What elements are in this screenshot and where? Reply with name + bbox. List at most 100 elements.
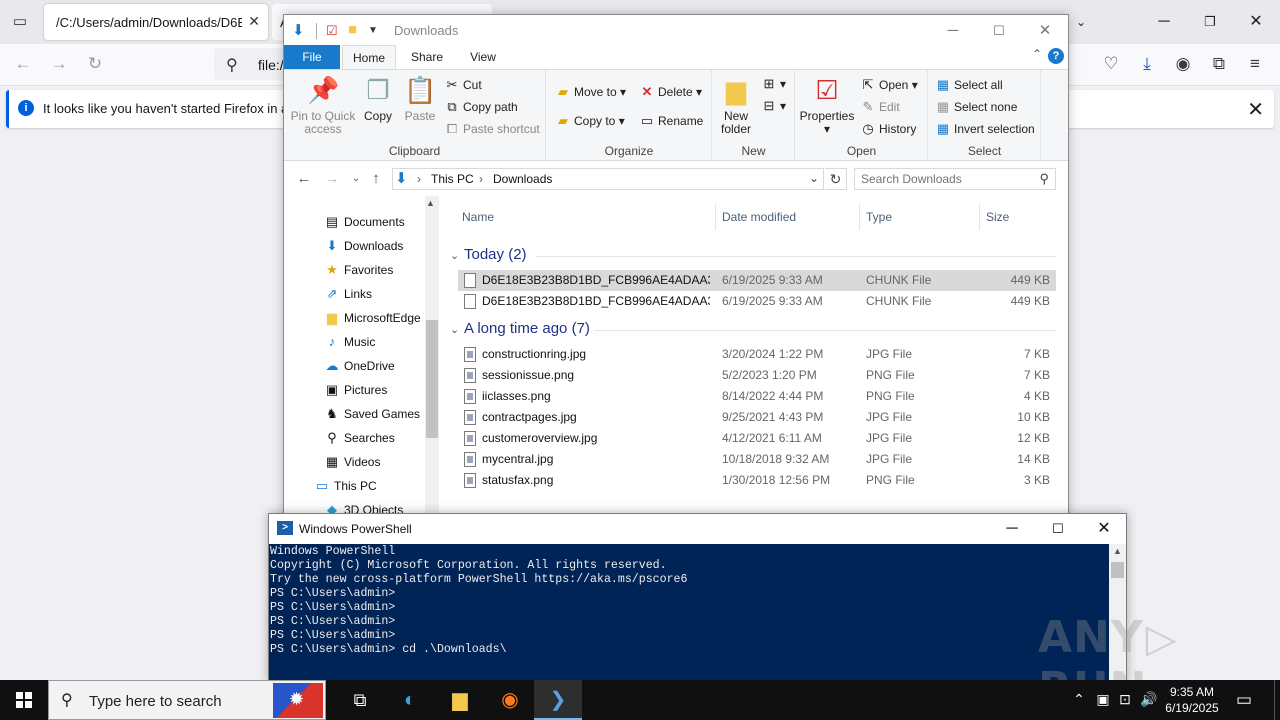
up-icon[interactable]: ↑: [366, 170, 386, 187]
nav-item-favorites[interactable]: ★ Favorites: [324, 258, 393, 282]
maximize-icon[interactable]: ☐: [1035, 516, 1081, 542]
file-row[interactable]: statusfax.png 1/30/2018 12:56 PM PNG Fil…: [458, 470, 1056, 491]
show-desktop-button[interactable]: [1274, 680, 1280, 720]
file-row[interactable]: sessionissue.png 5/2/2023 1:20 PM PNG Fi…: [458, 365, 1056, 386]
tab-home[interactable]: Home: [342, 45, 396, 69]
close-icon[interactable]: ✕: [1022, 18, 1068, 44]
search-box[interactable]: ⚲: [854, 168, 1056, 190]
new-folder-quick-icon[interactable]: ■: [348, 21, 357, 38]
nav-item-onedrive[interactable]: ☁ OneDrive: [324, 354, 395, 378]
search-input[interactable]: [855, 169, 1025, 189]
powershell-console[interactable]: Windows PowerShell Copyright (C) Microsof…: [269, 544, 1109, 682]
edge-icon[interactable]: ◐: [386, 680, 434, 720]
back-icon[interactable]: ←: [12, 54, 34, 74]
extensions-icon[interactable]: ⧉: [1208, 54, 1230, 74]
network-icon[interactable]: ⊡: [1114, 691, 1136, 708]
breadcrumb-this-pc[interactable]: This PC: [431, 172, 474, 186]
volume-icon[interactable]: 🔊: [1138, 691, 1160, 708]
file-row[interactable]: mycentral.jpg 10/18/2018 9:32 AM JPG Fil…: [458, 449, 1056, 470]
file-row[interactable]: iiclasses.png 8/14/2022 4:44 PM PNG File…: [458, 386, 1056, 407]
help-icon[interactable]: ?: [1048, 48, 1064, 64]
nav-item-music[interactable]: ♪ Music: [324, 330, 376, 354]
new-item-button[interactable]: ⊞ ▾: [761, 74, 786, 94]
column-header-date[interactable]: Date modified: [716, 204, 860, 230]
close-icon[interactable]: ✕: [1081, 516, 1126, 542]
account-icon[interactable]: ◉: [1172, 54, 1194, 74]
history-button[interactable]: ◷ History: [860, 119, 916, 139]
powershell-taskbar-icon[interactable]: ❯: [534, 680, 582, 720]
column-header-size[interactable]: Size: [980, 204, 1060, 230]
notifications-icon[interactable]: ▭: [1236, 690, 1252, 710]
start-button[interactable]: [0, 680, 48, 720]
nav-item-saved-games[interactable]: ♞ Saved Games: [324, 402, 420, 426]
minimize-icon[interactable]: ─: [930, 18, 976, 44]
properties-button[interactable]: ☑ Properties ▾: [798, 74, 856, 136]
task-view-icon[interactable]: ⧉: [336, 680, 384, 720]
column-header-name[interactable]: Name: [456, 204, 716, 230]
forward-icon[interactable]: →: [322, 170, 342, 187]
invert-selection-button[interactable]: ▦ Invert selection: [935, 119, 1035, 139]
nav-item-links[interactable]: ⇗ Links: [324, 282, 372, 306]
file-explorer-icon[interactable]: ▆: [436, 680, 484, 720]
show-hidden-icons-icon[interactable]: ⌃: [1068, 691, 1090, 708]
collapse-ribbon-icon[interactable]: ⌃: [1032, 47, 1042, 61]
menu-icon[interactable]: ≡: [1244, 54, 1266, 74]
edit-button[interactable]: ✎ Edit: [860, 97, 900, 117]
copy-button[interactable]: ❐ Copy: [360, 74, 396, 123]
copy-to-button[interactable]: ▰ Copy to ▾: [555, 111, 625, 131]
nav-item-documents[interactable]: ▤ Documents: [324, 210, 405, 234]
paste-shortcut-button[interactable]: ⧠ Paste shortcut: [444, 119, 540, 139]
column-header-type[interactable]: Type: [860, 204, 980, 230]
address-box[interactable]: ⬇ › This PC › Downloads ⌄: [392, 168, 824, 190]
file-row[interactable]: constructionring.jpg 3/20/2024 1:22 PM J…: [458, 344, 1056, 365]
select-all-button[interactable]: ▦ Select all: [935, 75, 1003, 95]
recent-locations-icon[interactable]: ⌄: [346, 173, 366, 184]
scrollbar-thumb[interactable]: [1111, 562, 1124, 578]
nav-item-microsoftedge[interactable]: ▆ MicrosoftEdge: [324, 306, 421, 330]
group-header-today[interactable]: ⌄ Today (2): [450, 246, 527, 263]
new-folder-button[interactable]: ▆ New folder: [717, 74, 755, 136]
minimize-icon[interactable]: ─: [989, 516, 1035, 542]
restore-icon[interactable]: ❐: [1187, 8, 1233, 36]
firefox-icon[interactable]: ◉: [486, 680, 534, 720]
tab-share[interactable]: Share: [400, 45, 454, 69]
address-dropdown-icon[interactable]: ⌄: [809, 171, 819, 185]
nav-item-downloads[interactable]: ⬇ Downloads: [324, 234, 404, 258]
file-row[interactable]: D6E18E3B23B8D1BD_FCB996AE4ADAA37... 6/19…: [458, 291, 1056, 312]
device-icon[interactable]: ▣: [1092, 691, 1114, 708]
easy-access-button[interactable]: ⊟ ▾: [761, 96, 786, 116]
pin-to-quick-access-button[interactable]: 📌 Pin to Quick access: [288, 74, 358, 136]
tab-file[interactable]: File: [284, 45, 340, 69]
maximize-icon[interactable]: ☐: [976, 18, 1022, 44]
select-none-button[interactable]: ▦ Select none: [935, 97, 1018, 117]
back-icon[interactable]: ←: [294, 170, 314, 187]
downloads-icon[interactable]: ⤓: [1136, 54, 1158, 74]
nav-pane-scrollbar[interactable]: ▲: [425, 196, 439, 519]
nav-item-this-pc[interactable]: ▭ This PC: [314, 474, 377, 498]
firefox-tab-active[interactable]: /C:/Users/admin/Downloads/D6E18 ✕: [44, 4, 268, 40]
nav-item-pictures[interactable]: ▣ Pictures: [324, 378, 388, 402]
forward-icon[interactable]: →: [48, 54, 70, 74]
properties-quick-icon[interactable]: ☑: [326, 23, 338, 39]
notification-close-icon[interactable]: ✕: [1247, 97, 1264, 122]
file-row[interactable]: customeroverview.jpg 4/12/2021 6:11 AM J…: [458, 428, 1056, 449]
taskbar-search[interactable]: ⚲ Type here to search: [48, 680, 326, 720]
nav-item-searches[interactable]: ⚲ Searches: [324, 426, 394, 450]
scroll-up-icon[interactable]: ▲: [1113, 546, 1122, 556]
move-to-button[interactable]: ▰ Move to ▾: [555, 82, 626, 102]
tab-view[interactable]: View: [456, 45, 510, 69]
reload-icon[interactable]: ↻: [84, 54, 106, 74]
paste-button[interactable]: 📋 Paste: [400, 74, 440, 123]
minimize-icon[interactable]: ─: [1141, 8, 1187, 36]
copy-path-button[interactable]: ⧉ Copy path: [444, 97, 517, 117]
customize-quick-access-icon[interactable]: ▼: [368, 25, 378, 36]
tab-close-icon[interactable]: ✕: [248, 13, 260, 30]
taskbar-clock[interactable]: 9:35 AM 6/19/2025: [1160, 684, 1224, 716]
group-header-long-ago[interactable]: ⌄ A long time ago (7): [450, 320, 590, 337]
open-button[interactable]: ⇱ Open ▾: [860, 75, 918, 95]
file-row[interactable]: D6E18E3B23B8D1BD_FCB996AE4ADAA37... 6/19…: [458, 270, 1056, 291]
breadcrumb-downloads[interactable]: Downloads: [493, 172, 552, 186]
rename-button[interactable]: ▭ Rename: [639, 111, 704, 131]
delete-button[interactable]: ✕ Delete ▾: [639, 82, 703, 102]
tab-list-icon[interactable]: ▭: [8, 10, 32, 34]
